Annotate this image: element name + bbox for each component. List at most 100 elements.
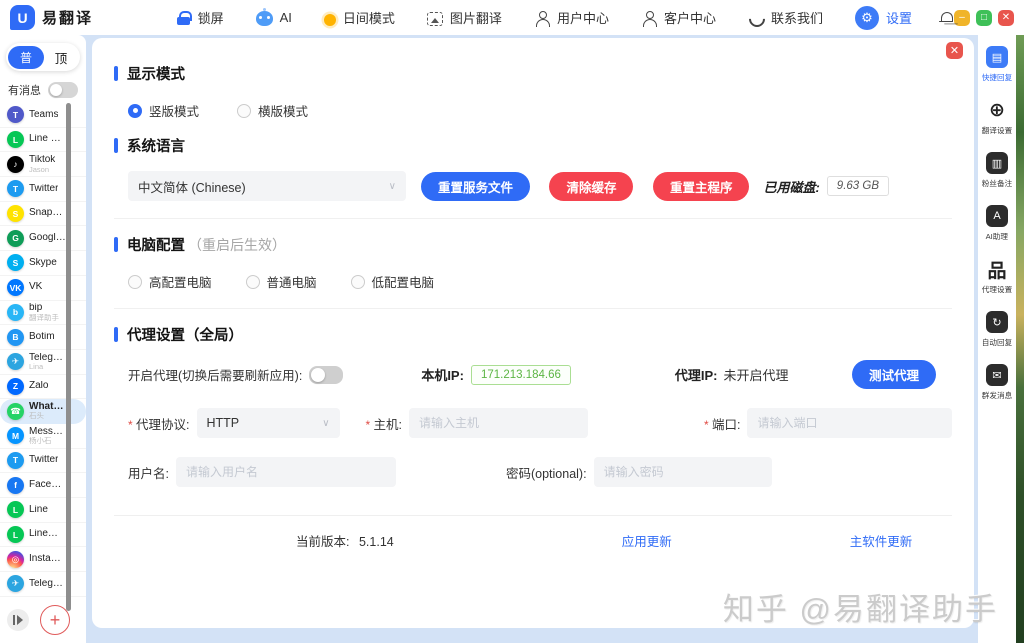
app-list-item[interactable]: b bip 翻译助手 (0, 301, 86, 326)
topbar-menu: 锁屏 AI 日间模式 图片翻译 用户中心 (177, 6, 912, 30)
language-action-button[interactable]: 重置服务文件 (421, 172, 530, 201)
app-name: Skype (29, 258, 57, 269)
right-toolbar-item[interactable]: ▥ 粉丝备注 (981, 152, 1013, 189)
app-list-item[interactable]: S Skype (0, 251, 86, 276)
robot-icon (256, 11, 273, 26)
app-name: Twitter (29, 184, 58, 195)
language-select[interactable]: 中文简体 (Chinese) ∨ (128, 171, 406, 201)
port-input[interactable] (747, 408, 952, 438)
right-toolbar-item[interactable]: ▤ 快捷回复 (981, 46, 1013, 83)
topbar-item[interactable]: 图片翻译 (427, 8, 502, 27)
app-list-item[interactable]: T Teams (0, 103, 86, 128)
app-list-item[interactable]: ✈ Telegram Z (0, 572, 86, 597)
app-list-item[interactable]: M Messenger 杨小石 (0, 424, 86, 449)
window-controls: – □ ✕ (954, 10, 1014, 26)
right-toolbar-item[interactable]: A AI助理 (985, 205, 1009, 242)
right-toolbar-icon: ⊕ (986, 99, 1008, 121)
radio-label: 高配置电脑 (149, 272, 212, 291)
host-input[interactable] (409, 408, 588, 438)
protocol-select-value: HTTP (207, 416, 240, 430)
proxy-section-header: 代理设置（全局） (114, 324, 952, 345)
test-proxy-button[interactable]: 测试代理 (852, 360, 936, 389)
language-select-value: 中文简体 (Chinese) (138, 177, 246, 196)
app-list-item[interactable]: L Line (0, 498, 86, 523)
app-name: VK (29, 282, 42, 293)
tab-top[interactable]: 顶 (44, 48, 78, 67)
proxy-form-row-1: 代理协议: HTTP ∨ 主机: 端口: (128, 408, 952, 438)
app-icon: T (7, 452, 24, 469)
main-software-update-link[interactable]: 主软件更新 (850, 531, 913, 550)
current-version-label: 当前版本: (296, 535, 349, 549)
app-name: Twitter (29, 455, 58, 466)
topbar-item[interactable]: ⚙ 设置 (855, 6, 912, 30)
app-name: Botim (29, 332, 55, 343)
app-update-link[interactable]: 应用更新 (622, 531, 672, 550)
app-list-item[interactable]: G Google chat (0, 226, 86, 251)
app-account-sub-label: Lina (29, 363, 66, 371)
notification-bell-icon[interactable] (938, 10, 954, 26)
app-list-item[interactable]: ☎ Whatsapp ... 石头 (0, 399, 86, 424)
local-ip-value: 171.213.184.66 (471, 365, 571, 385)
app-list-item[interactable]: S Snapchat (0, 202, 86, 227)
language-action-button[interactable]: 清除缓存 (549, 172, 633, 201)
language-action-button[interactable]: 重置主程序 (653, 172, 750, 201)
collapse-expand-button[interactable] (7, 609, 29, 631)
app-list-item[interactable]: Z Zalo (0, 375, 86, 400)
section-accent-bar (114, 237, 118, 252)
chevron-down-icon: ∨ (322, 418, 329, 429)
protocol-select[interactable]: HTTP ∨ (197, 408, 340, 438)
computer-config-section-header: 电脑配置 （重启后生效） (114, 234, 952, 255)
topbar-item-label: 设置 (886, 8, 912, 27)
window-control-button[interactable]: – (954, 10, 970, 26)
close-settings-icon[interactable]: ✕ (946, 42, 963, 59)
app-icon: L (7, 526, 24, 543)
display-mode-options: 竖版模式 横版模式 (128, 101, 952, 120)
app-name: bip (29, 303, 59, 314)
app-list-item[interactable]: L Line商用 (0, 523, 86, 548)
sidebar-scrollbar[interactable] (66, 103, 71, 611)
system-language-title: 系统语言 (127, 135, 185, 156)
password-input[interactable] (594, 457, 772, 487)
display-mode-radio-option[interactable]: 竖版模式 (128, 101, 199, 120)
topbar-item[interactable]: 联系我们 (748, 8, 823, 27)
app-name: Zalo (29, 381, 48, 392)
username-input[interactable] (176, 457, 396, 487)
computer-config-radio-option[interactable]: 普通电脑 (246, 272, 317, 291)
computer-config-radio-option[interactable]: 高配置电脑 (128, 272, 212, 291)
app-list-item[interactable]: B Botim (0, 325, 86, 350)
section-divider (114, 308, 952, 309)
app-list-item[interactable]: ◎ Instagram (0, 547, 86, 572)
window-control-button[interactable]: ✕ (998, 10, 1014, 26)
topbar-item[interactable]: 日间模式 (324, 8, 395, 27)
desktop-wallpaper-sliver (1016, 35, 1024, 643)
app-name: Snapchat (29, 208, 66, 219)
app-list-item[interactable]: ♪ Tiktok Jason (0, 152, 86, 177)
proxy-form-row-2: 用户名: 密码(optional): (128, 457, 952, 487)
message-filter-toggle[interactable] (48, 82, 78, 98)
right-toolbar-item[interactable]: ✉ 群发消息 (981, 364, 1013, 401)
right-toolbar-item[interactable]: ⊕ 翻译设置 (981, 99, 1013, 136)
window-control-button[interactable]: □ (976, 10, 992, 26)
add-account-button[interactable]: + (40, 605, 70, 635)
display-mode-radio-option[interactable]: 横版模式 (237, 101, 308, 120)
right-toolbar-item[interactable]: 品 代理设置 (981, 258, 1013, 295)
app-list-item[interactable]: VK VK (0, 276, 86, 301)
app-list-item[interactable]: L Line Work (0, 128, 86, 153)
app-list-item[interactable]: ✈ Telegram(多... Lina (0, 350, 86, 375)
local-ip-label: 本机IP: (421, 365, 464, 384)
enable-proxy-toggle[interactable] (309, 366, 343, 384)
app-list-item[interactable]: f Facebook 粉... (0, 473, 86, 498)
app-list-item[interactable]: T Twitter (0, 449, 86, 474)
tab-all[interactable]: 普 (8, 46, 44, 69)
topbar-item[interactable]: 锁屏 (177, 8, 224, 27)
right-toolbar-item[interactable]: ↻ 自动回复 (981, 311, 1013, 348)
topbar-item-label: 锁屏 (198, 8, 224, 27)
topbar-item[interactable]: 客户中心 (641, 8, 716, 27)
computer-config-radio-option[interactable]: 低配置电脑 (351, 272, 435, 291)
topbar-item[interactable]: AI (256, 10, 292, 25)
sidebar-bottom-actions: + (0, 605, 86, 635)
radio-icon (128, 275, 142, 289)
topbar-item[interactable]: 用户中心 (534, 8, 609, 27)
app-name: Telegram Z (29, 579, 66, 590)
app-list-item[interactable]: T Twitter (0, 177, 86, 202)
